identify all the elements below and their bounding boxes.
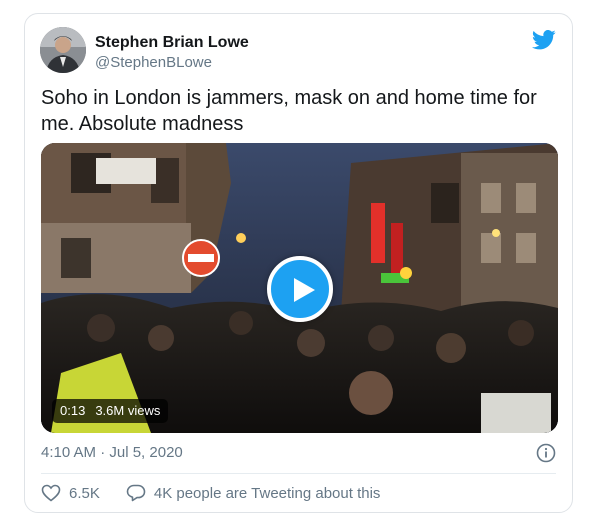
speech-bubble-icon bbox=[126, 484, 146, 502]
video-stats-badge: 0:13 3.6M views bbox=[52, 399, 169, 423]
divider bbox=[41, 473, 556, 474]
tweet-card[interactable]: Stephen Brian Lowe @StephenBLowe Soho in… bbox=[24, 13, 573, 513]
engagement-bar: 6.5K 4K people are Tweeting about this bbox=[41, 484, 380, 502]
video-duration: 0:13 bbox=[60, 403, 86, 418]
tweeting-about-text: 4K people are Tweeting about this bbox=[153, 484, 381, 502]
author-name[interactable]: Stephen Brian Lowe bbox=[95, 34, 249, 52]
like-button[interactable]: 6.5K bbox=[41, 484, 100, 502]
play-icon bbox=[294, 278, 315, 302]
like-count: 6.5K bbox=[69, 484, 100, 502]
avatar[interactable] bbox=[40, 27, 86, 73]
video-player[interactable]: 0:13 3.6M views bbox=[41, 143, 558, 433]
info-icon[interactable] bbox=[536, 443, 556, 463]
play-button[interactable] bbox=[267, 256, 333, 322]
tweet-text: Soho in London is jammers, mask on and h… bbox=[41, 87, 537, 135]
author-handle[interactable]: @StephenBLowe bbox=[95, 54, 212, 71]
tweet-timestamp[interactable]: 4:10 AM · Jul 5, 2020 bbox=[41, 444, 183, 461]
heart-icon bbox=[41, 484, 61, 502]
twitter-bird-icon[interactable] bbox=[532, 29, 556, 50]
conversation-link[interactable]: 4K people are Tweeting about this bbox=[126, 484, 381, 502]
video-views: 3.6M views bbox=[95, 403, 161, 418]
